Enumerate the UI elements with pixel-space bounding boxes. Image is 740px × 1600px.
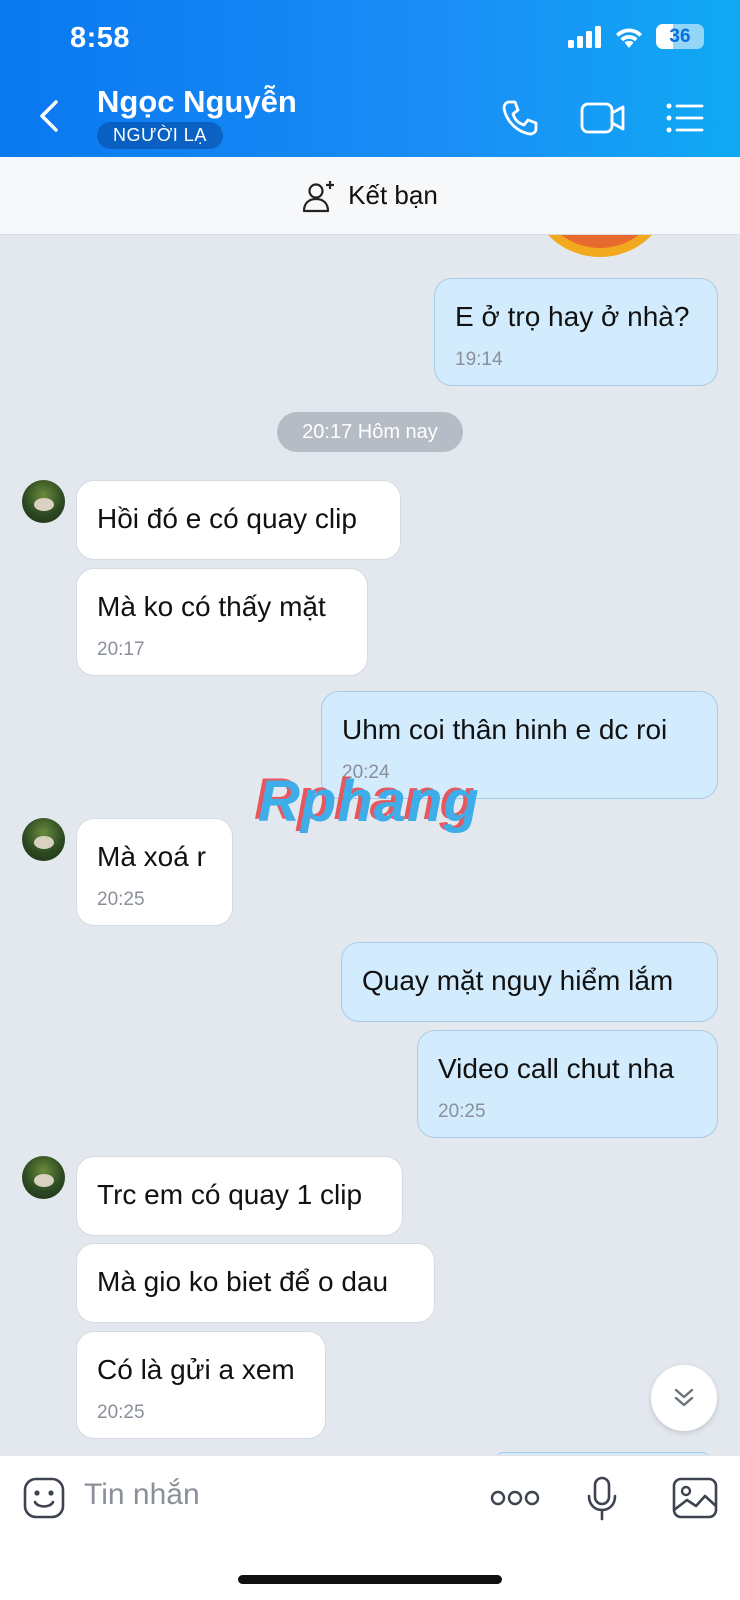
back-icon[interactable] [36,96,62,136]
microphone-icon[interactable] [585,1476,619,1522]
contact-name[interactable]: Ngọc Nguyễn [97,84,297,120]
message-bubble-outgoing[interactable]: E ở trọ hay ở nhà? 19:14 [434,278,718,386]
wifi-icon [616,27,642,48]
scroll-down-icon [674,1388,694,1407]
message-bubble-incoming[interactable]: Mà gio ko biet để o dau [76,1243,435,1323]
phone-icon[interactable] [500,98,540,138]
signal-icon [568,25,601,48]
more-icon[interactable] [490,1486,540,1510]
status-icons: 36 [568,24,704,49]
message-text: Hồi đó e có quay clip [97,503,357,534]
chat-header: 8:58 36 Ngọc Nguyễn NGƯỜI LẠ [0,0,740,157]
message-time: 20:25 [97,1402,145,1423]
message-bubble-incoming[interactable]: Hồi đó e có quay clip [76,480,401,560]
video-call-icon[interactable] [580,98,626,138]
scroll-down-button[interactable] [651,1365,717,1431]
message-input[interactable]: Tin nhắn [84,1478,200,1512]
message-text: Mà gio ko biet để o dau [97,1266,389,1297]
message-text: E ở trọ hay ở nhà? [455,301,690,332]
message-time: 19:14 [455,349,503,370]
add-friend-bar[interactable]: Kết bạn [0,157,740,235]
sticker-image[interactable] [530,235,670,257]
message-bubble-incoming[interactable]: Mà ko có thấy mặt 20:17 [76,568,368,676]
watermark: Rphang [258,769,480,834]
battery-level: 36 [669,25,691,47]
sticker-icon[interactable] [22,1476,66,1520]
message-text: Quay mặt nguy hiểm lắm [362,965,674,996]
message-bubble-incoming[interactable]: Mà xoá r 20:25 [76,818,233,926]
image-icon[interactable] [672,1476,718,1520]
battery-indicator: 36 [656,24,704,49]
message-bubble-incoming[interactable]: Có là gửi a xem 20:25 [76,1331,326,1439]
message-time: 20:17 [97,639,145,660]
message-bubble-incoming[interactable]: Trc em có quay 1 clip [76,1156,403,1236]
message-text: Uhm coi thân hinh e dc roi [342,714,668,745]
message-bubble-outgoing[interactable]: Quay mặt nguy hiểm lắm [341,942,718,1022]
avatar[interactable] [22,1156,65,1199]
message-text: Có là gửi a xem [97,1354,295,1385]
stranger-badge: NGƯỜI LẠ [97,122,223,149]
date-separator: 20:17 Hôm nay [277,412,463,452]
message-text: Mà xoá r [97,841,206,872]
menu-list-icon[interactable] [665,98,705,138]
message-time: 20:25 [97,889,145,910]
message-text: Video call chut nha [438,1053,675,1084]
message-text: Mà ko có thấy mặt [97,591,326,622]
status-time: 8:58 [70,22,131,54]
add-friend-icon [303,180,335,212]
avatar[interactable] [22,818,65,861]
add-friend-label: Kết bạn [348,180,438,210]
message-time: 20:25 [438,1101,486,1122]
avatar[interactable] [22,480,65,523]
home-indicator[interactable] [238,1575,502,1584]
message-bubble-outgoing[interactable]: Video call chut nha 20:25 [417,1030,718,1138]
message-text: Trc em có quay 1 clip [97,1179,363,1210]
